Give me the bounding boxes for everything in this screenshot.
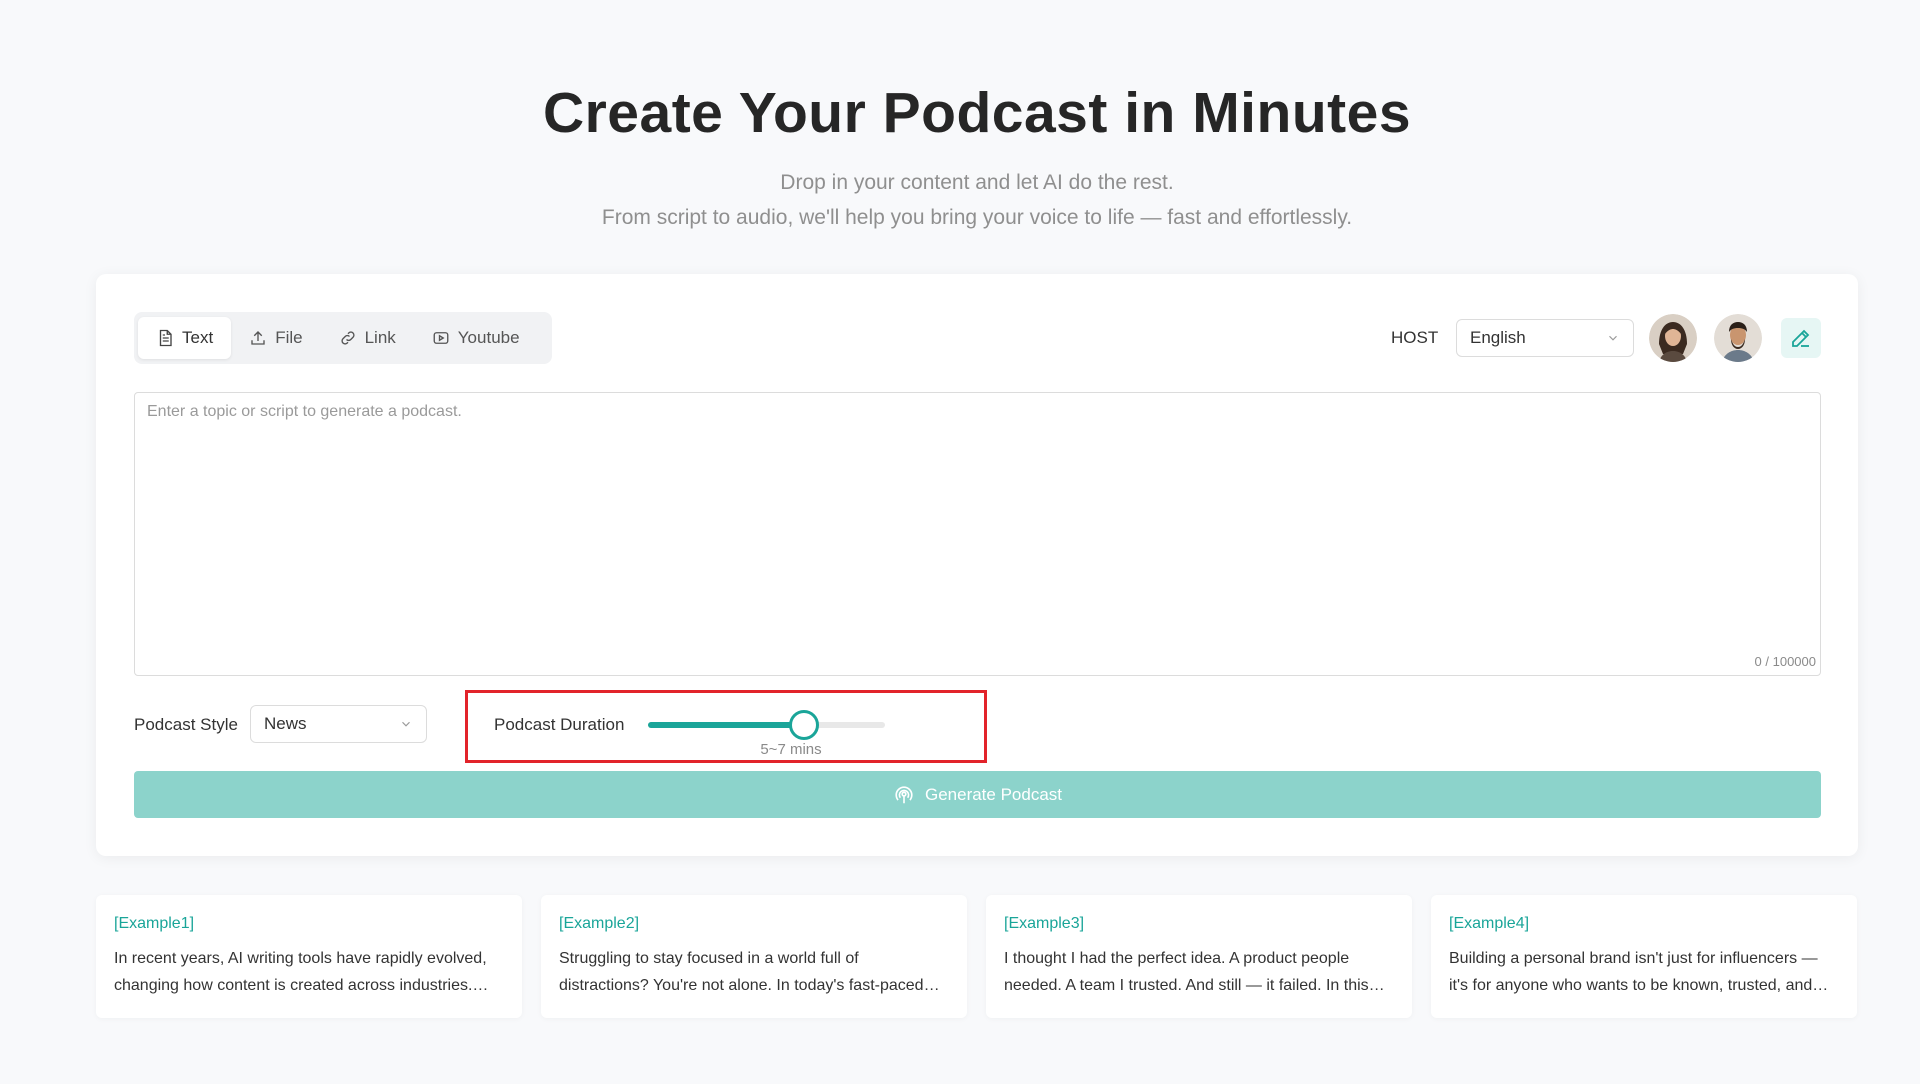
tab-youtube[interactable]: Youtube — [414, 317, 538, 359]
example-card-3[interactable]: [Example3] I thought I had the perfect i… — [986, 895, 1412, 1018]
input-type-tabs: Text File Link Youtube — [134, 312, 552, 364]
podcast-form-card: Text File Link Youtube HOST English Ente… — [96, 274, 1858, 856]
chevron-down-icon — [402, 721, 410, 727]
tab-link-label: Link — [364, 328, 396, 347]
youtube-icon — [433, 332, 449, 344]
example-text: In recent years, AI writing tools have r… — [114, 950, 487, 994]
examples-section: [Example1] In recent years, AI writing t… — [96, 895, 1858, 1018]
podcast-style-select[interactable]: News — [250, 705, 427, 743]
upload-icon — [251, 331, 265, 345]
edit-hosts-button[interactable] — [1781, 318, 1821, 358]
host-label: HOST — [1391, 328, 1439, 347]
host-language-select[interactable]: English — [1456, 319, 1634, 357]
generate-podcast-label: Generate Podcast — [924, 784, 1063, 804]
example-card-1[interactable]: [Example1] In recent years, AI writing t… — [96, 895, 522, 1018]
example-card-4[interactable]: [Example4] Building a personal brand isn… — [1431, 895, 1857, 1018]
tab-file-label: File — [275, 328, 303, 347]
podcast-style-label: Podcast Style — [134, 715, 238, 734]
document-icon — [159, 329, 172, 347]
example-text: Struggling to stay focused in a world fu… — [559, 950, 924, 994]
example-title: [Example4] — [1449, 915, 1530, 932]
duration-value: 5~7 mins — [760, 741, 822, 758]
host-avatar-female[interactable] — [1649, 314, 1697, 362]
example-title: [Example1] — [114, 915, 195, 932]
chevron-down-icon — [1609, 335, 1617, 341]
tab-file[interactable]: File — [231, 317, 320, 359]
pencil-icon — [1792, 329, 1810, 347]
topic-input[interactable] — [134, 392, 1821, 676]
page-subtitle-line2: From script to audio, we'll help you bri… — [601, 206, 1353, 229]
example-text: I thought I had the perfect idea. A prod… — [1004, 950, 1369, 994]
podcast-icon — [895, 785, 913, 803]
host-language-value: English — [1470, 328, 1526, 347]
character-counter: 0 / 100000 — [1754, 654, 1816, 669]
generate-podcast-button[interactable]: Generate Podcast — [134, 771, 1821, 818]
example-card-2[interactable]: [Example2] Struggling to stay focused in… — [541, 895, 967, 1018]
podcast-duration-label: Podcast Duration — [494, 715, 625, 734]
tab-text-label: Text — [182, 328, 214, 347]
avatar-female-icon — [1649, 314, 1697, 362]
link-icon — [341, 331, 355, 345]
duration-slider-fill — [648, 722, 805, 728]
host-avatar-male[interactable] — [1714, 314, 1762, 362]
tab-link[interactable]: Link — [321, 317, 414, 359]
page-title: Create Your Podcast in Minutes — [542, 81, 1412, 145]
example-title: [Example2] — [559, 915, 640, 932]
example-title: [Example3] — [1004, 915, 1085, 932]
tab-youtube-label: Youtube — [457, 328, 520, 347]
page-subtitle-line1: Drop in your content and let AI do the r… — [780, 171, 1174, 194]
avatar-male-icon — [1714, 314, 1762, 362]
duration-slider-track[interactable] — [648, 722, 885, 728]
podcast-style-value: News — [264, 714, 307, 733]
tab-text[interactable]: Text — [138, 317, 232, 359]
example-text: Building a personal brand isn't just for… — [1449, 950, 1818, 994]
